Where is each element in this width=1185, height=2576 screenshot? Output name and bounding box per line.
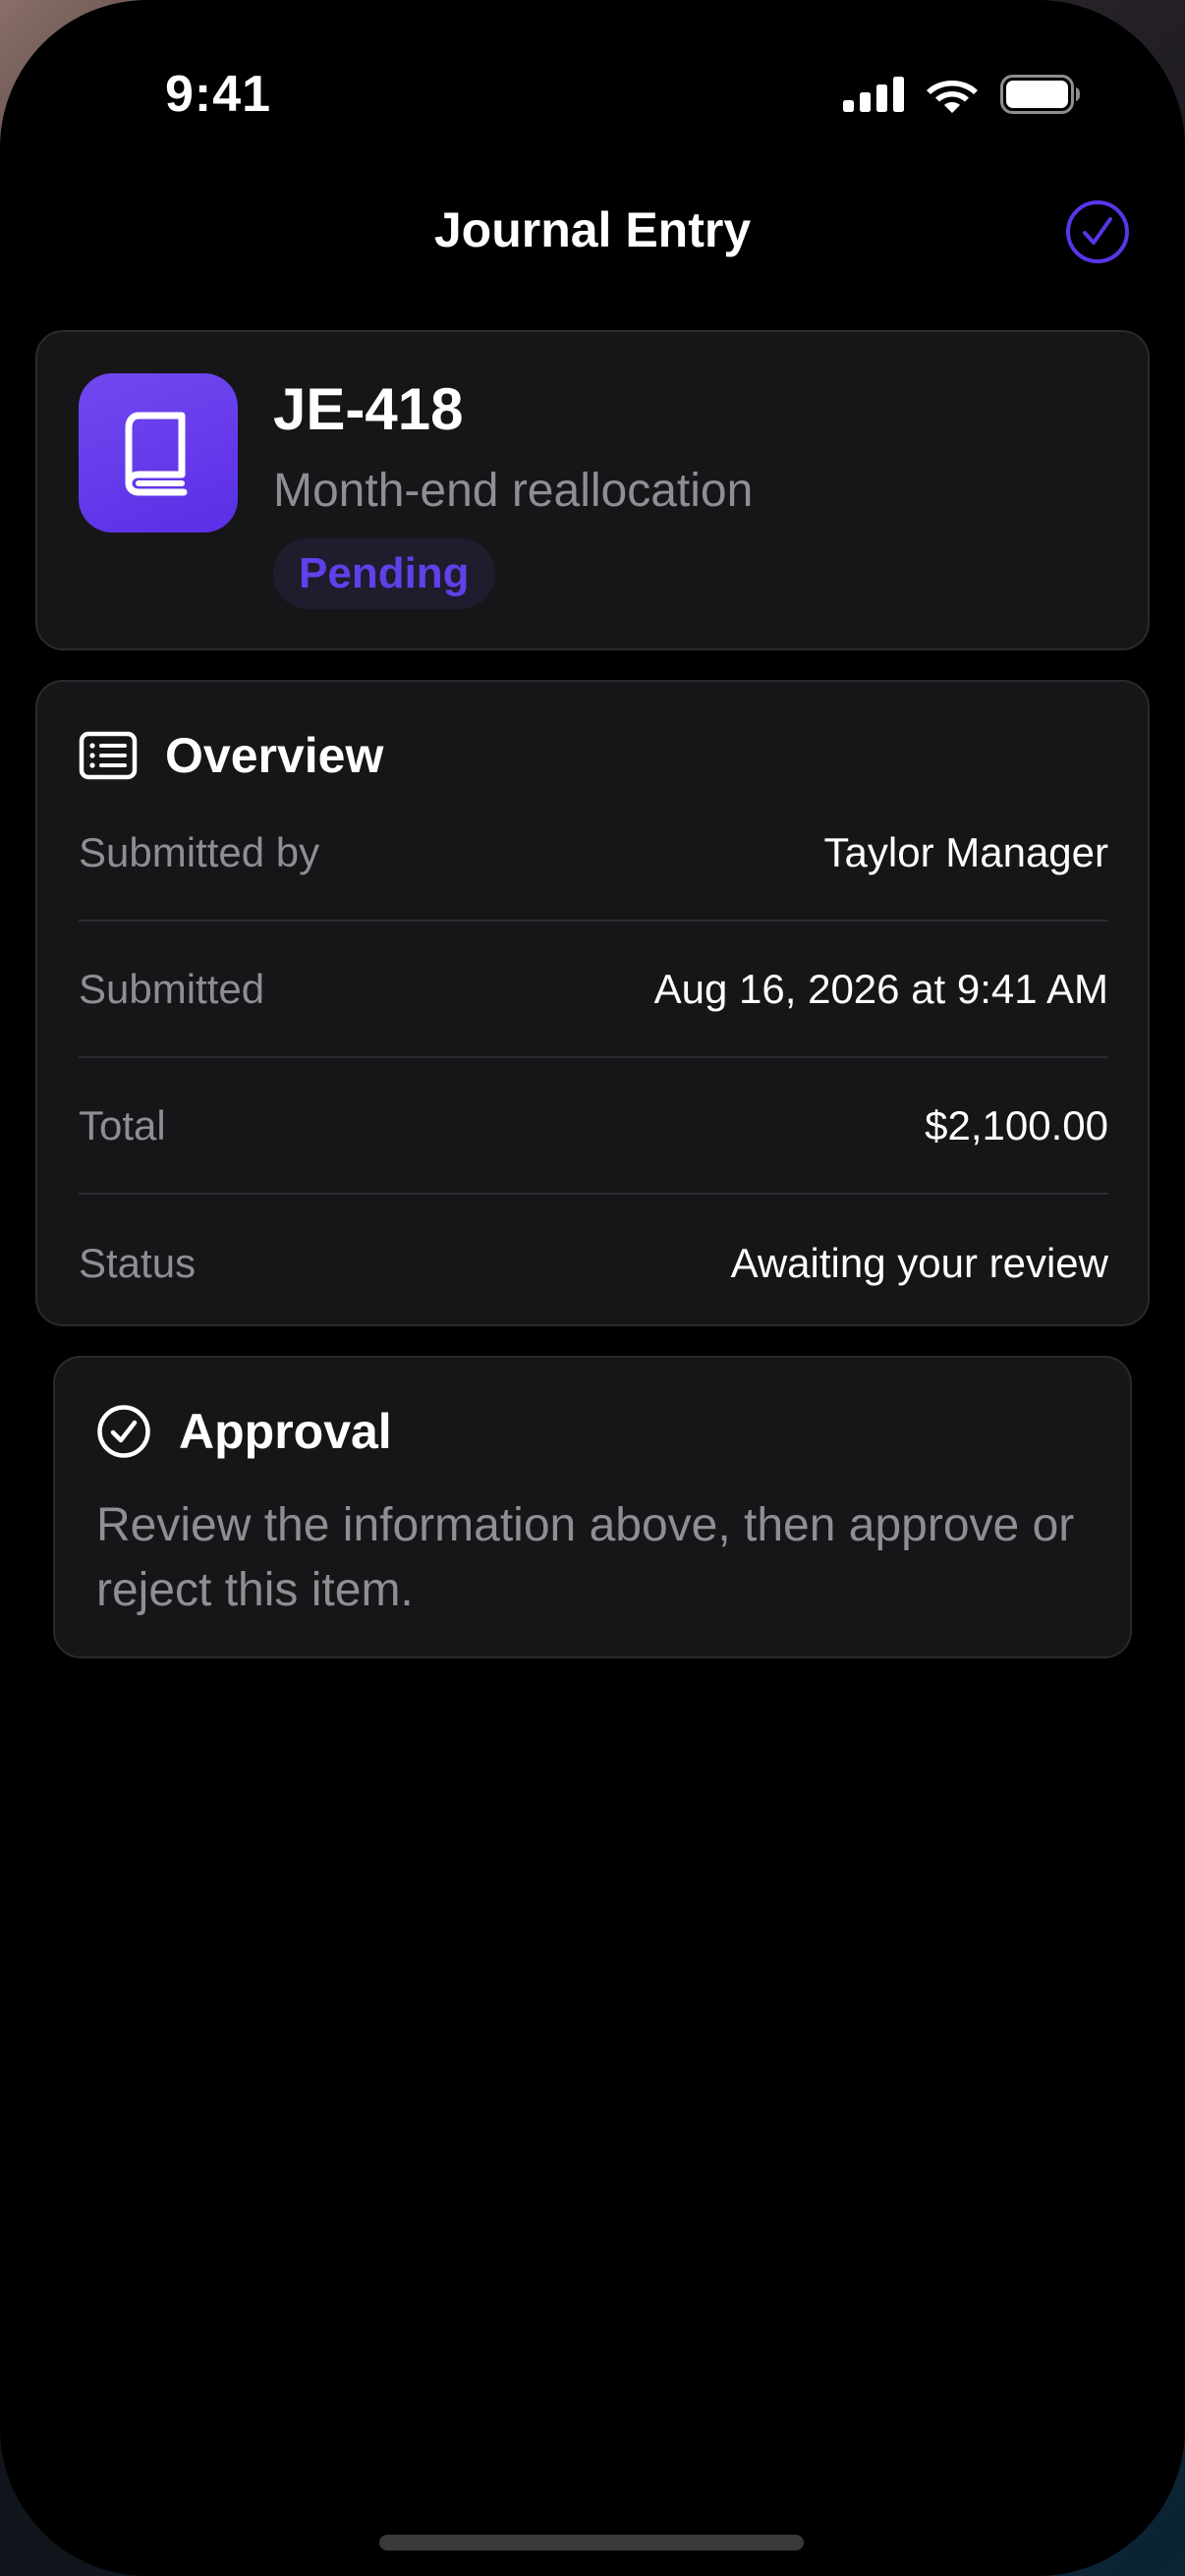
- status-bar: 9:41: [0, 0, 1185, 196]
- entry-subtitle: Month-end reallocation: [273, 465, 754, 517]
- row-label: Status: [79, 1240, 197, 1286]
- entry-header-card: JE-418 Month-end reallocation Pending: [35, 330, 1150, 650]
- status-icons: [843, 75, 1081, 114]
- overview-header: Overview: [79, 727, 383, 784]
- row-label: Submitted: [79, 966, 265, 1012]
- row-label: Submitted by: [79, 829, 320, 875]
- row-value: Taylor Manager: [823, 829, 1108, 875]
- approve-checkmark-button[interactable]: [1065, 199, 1130, 264]
- entry-id: JE-418: [273, 376, 464, 442]
- approval-header: Approval: [96, 1403, 392, 1460]
- home-indicator[interactable]: [379, 2535, 804, 2550]
- row-value: $2,100.00: [925, 1102, 1108, 1148]
- overview-card: Overview Submitted by Taylor Manager Sub…: [35, 680, 1150, 1326]
- row-value: Awaiting your review: [730, 1240, 1108, 1286]
- phone-screen: 9:41 Journal Entry JE-418 Month-end real…: [0, 0, 1185, 2576]
- detail-row-submitted: Submitted Aug 16, 2026 at 9:41 AM: [79, 923, 1108, 1058]
- row-value: Aug 16, 2026 at 9:41 AM: [653, 966, 1108, 1012]
- book-icon: [79, 373, 238, 532]
- row-label: Total: [79, 1102, 166, 1148]
- wifi-icon: [927, 81, 978, 113]
- approval-instructions: Review the information above, then appro…: [96, 1499, 1075, 1616]
- battery-icon: [1000, 75, 1080, 114]
- approval-card: Approval Review the information above, t…: [53, 1356, 1132, 1658]
- list-document-icon: [79, 731, 138, 780]
- status-badge: Pending: [273, 538, 495, 609]
- detail-row-status: Status Awaiting your review: [79, 1196, 1108, 1331]
- cellular-signal-icon: [843, 77, 904, 112]
- checkmark-circle-icon: [97, 1405, 150, 1458]
- overview-title: Overview: [165, 728, 384, 783]
- status-time: 9:41: [165, 66, 272, 123]
- detail-row-submitted-by: Submitted by Taylor Manager: [79, 786, 1108, 922]
- detail-row-total: Total $2,100.00: [79, 1059, 1108, 1195]
- approval-title: Approval: [179, 1404, 392, 1459]
- nav-title: Journal Entry: [433, 202, 752, 257]
